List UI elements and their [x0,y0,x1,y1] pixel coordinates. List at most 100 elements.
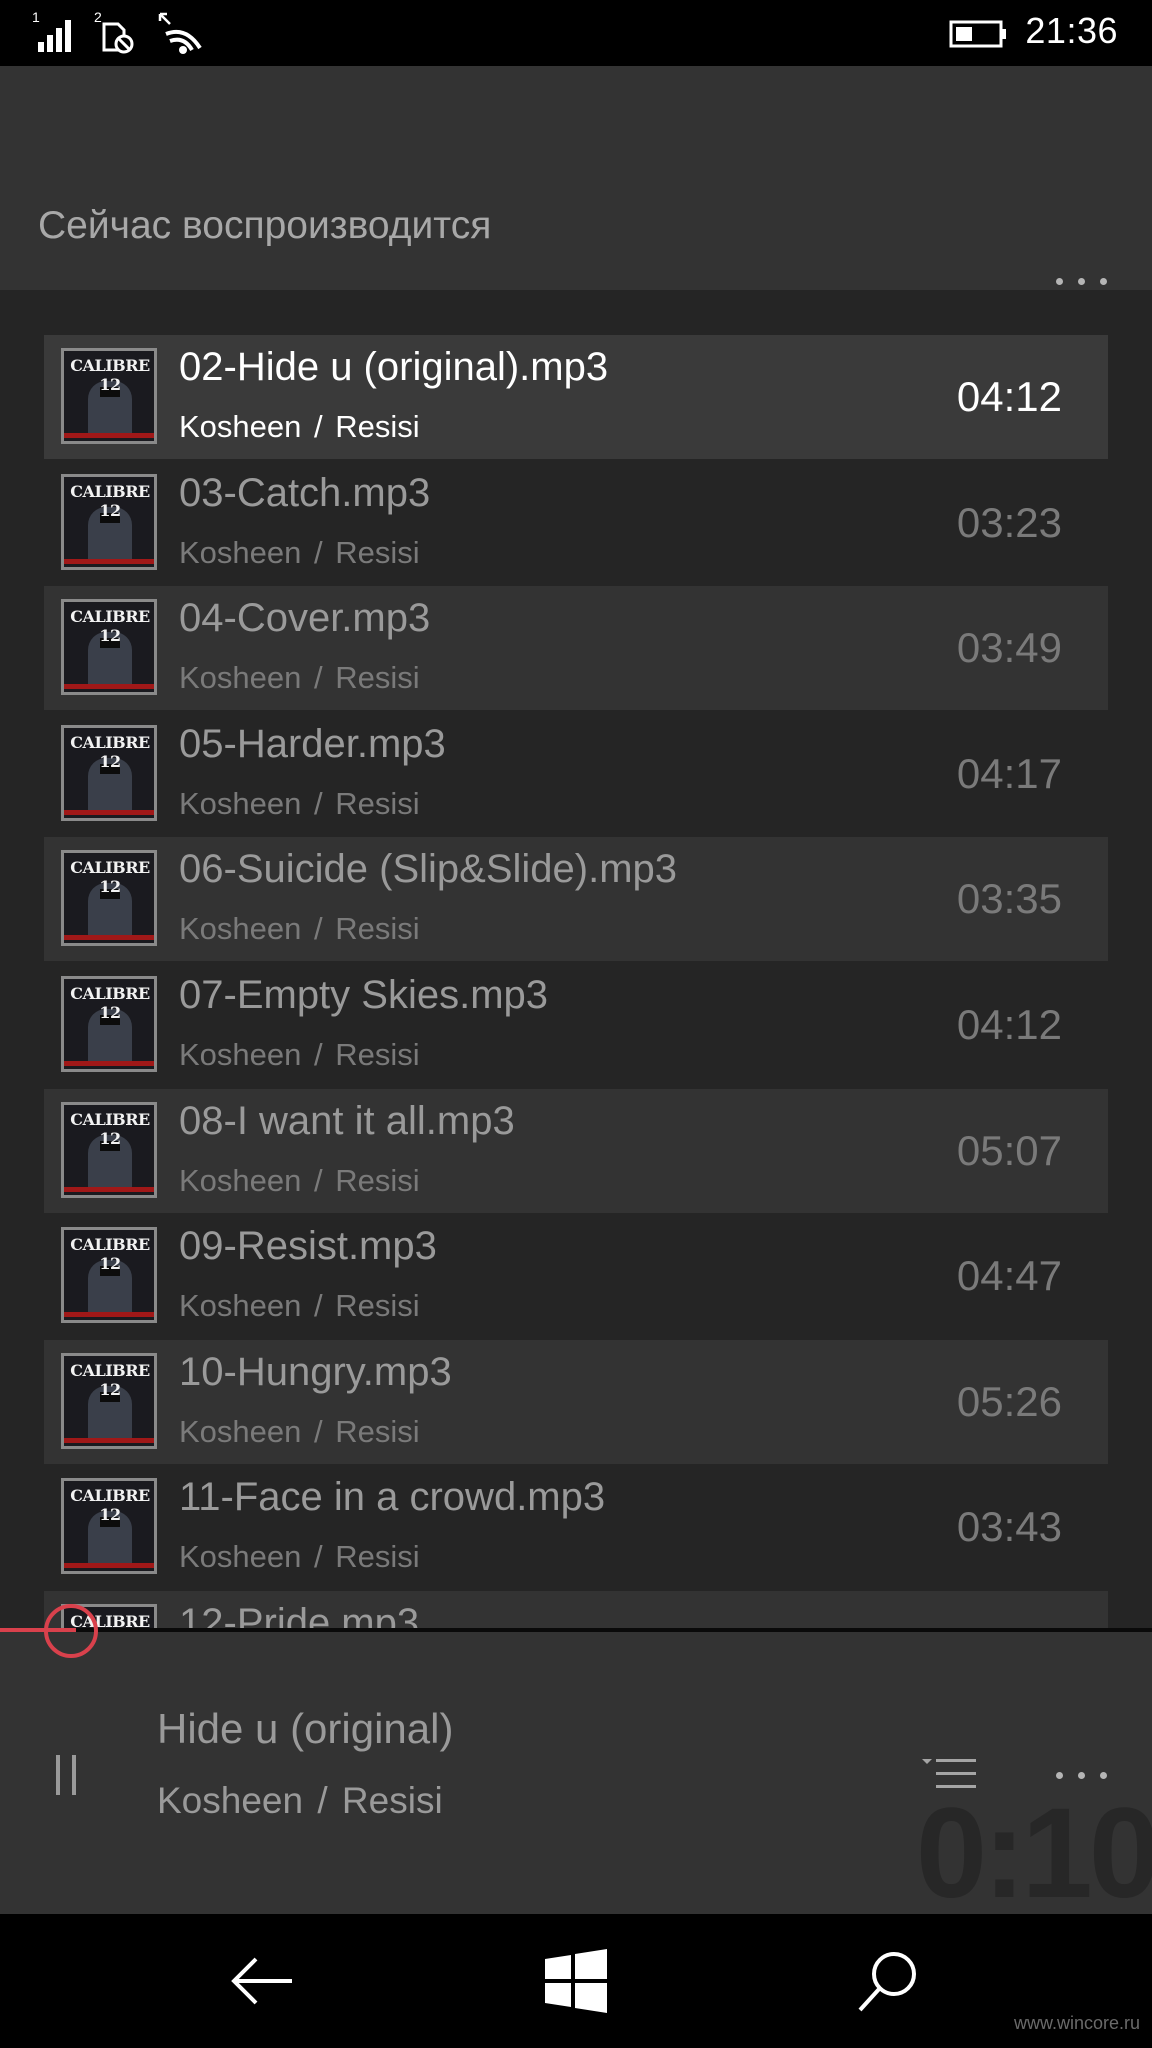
svg-text:1: 1 [32,9,40,25]
track-row[interactable]: CALIBRE 1212-Pride.mp3Kosheen / Resisi [44,1591,1108,1630]
album-art: CALIBRE 12 [61,1478,157,1574]
page-header: Сейчас воспроизводится [0,66,1152,290]
track-artist: Kosheen / Resisi [179,786,420,822]
track-row[interactable]: CALIBRE 12 08-I want it all.mp3 Kosheen / … [44,1089,1108,1213]
track-artist: Kosheen / Resisi [179,1288,420,1324]
album-art-text: CALIBRE 12 [70,733,150,771]
windows-icon[interactable] [541,1946,611,2016]
track-title: 05-Harder.mp3 [179,722,446,766]
track-title: 02-Hide u (original).mp3 [179,345,609,389]
track-row[interactable]: CALIBRE 12 11-Face in a crowd.mp3 Kosheen … [44,1465,1108,1589]
album-art-text: CALIBRE 12 [70,607,150,645]
track-duration: 04:17 [956,750,1062,797]
album-art-text: CALIBRE 12 [70,1361,150,1399]
track-artist-name: Kosheen [179,409,302,444]
track-row[interactable]: CALIBRE 12 05-Harder.mp3 Kosheen / Resisi 0… [44,712,1108,836]
album-art: CALIBRE 12 [61,850,157,946]
track-duration: 05:26 [956,1378,1062,1425]
search-icon[interactable] [854,1946,924,2016]
separator: / [314,1414,323,1449]
signal-icon: 1 [32,9,71,52]
track-artist: Kosheen / Resisi [179,660,420,696]
track-artist-name: Kosheen [179,1539,302,1574]
track-title: 12-Pride.mp3 [179,1601,420,1630]
separator: / [314,660,323,695]
album-art: CALIBRE 12 [61,1353,157,1449]
track-row[interactable]: CALIBRE 12 06-Suicide (Slip&Slide).mp3 Kos… [44,837,1108,961]
track-title: 03-Catch.mp3 [179,471,431,515]
album-art: CALIBRE 12 [61,474,157,570]
track-duration: 04:12 [956,373,1062,420]
separator: / [314,1288,323,1323]
track-artist-name: Kosheen [179,1288,302,1323]
track-album: Resisi [335,1288,420,1323]
album-art-text: CALIBRE 12 [70,1110,150,1148]
separator: / [314,1163,323,1198]
now-playing-artist-name: Kosheen [157,1780,304,1821]
album-art: CALIBRE 12 [61,1227,157,1323]
album-art: CALIBRE 12 [61,1102,157,1198]
separator: / [317,1780,328,1821]
progress-thumb[interactable] [44,1604,98,1658]
album-art: CALIBRE 12 [61,725,157,821]
track-row[interactable]: CALIBRE 12 04-Cover.mp3 Kosheen / Resisi 03… [44,586,1108,710]
track-artist-name: Kosheen [179,1414,302,1449]
wifi-icon [158,12,202,54]
track-artist: Kosheen / Resisi [179,409,420,445]
track-artist: Kosheen / Resisi [179,535,420,571]
track-album: Resisi [335,660,420,695]
album-art-text: CALIBRE 12 [70,858,150,896]
track-artist: Kosheen / Resisi [179,911,420,947]
album-art: CALIBRE 12 [61,348,157,444]
track-album: Resisi [335,786,420,821]
track-artist-name: Kosheen [179,786,302,821]
track-artist: Kosheen / Resisi [179,1414,420,1450]
track-row[interactable]: CALIBRE 12 09-Resist.mp3 Kosheen / Resisi 0… [44,1214,1108,1338]
separator: / [314,911,323,946]
track-duration: 04:12 [956,1001,1062,1048]
track-artist-name: Kosheen [179,911,302,946]
track-row[interactable]: CALIBRE 12 07-Empty Skies.mp3 Kosheen / Re… [44,963,1108,1087]
page-title: Сейчас воспроизводится [38,204,492,247]
track-artist: Kosheen / Resisi [179,1539,420,1575]
now-playing-title: Hide u (original) [157,1705,454,1752]
album-art-text: CALIBRE 12 [70,356,150,394]
track-duration: 04:47 [956,1252,1062,1299]
track-artist-name: Kosheen [179,535,302,570]
album-art: CALIBRE 12 [61,599,157,695]
status-bar: 1 2 21:36 [0,0,1152,66]
track-title: 09-Resist.mp3 [179,1224,437,1268]
track-row[interactable]: CALIBRE 12 02-Hide u (original).mp3 Koshee… [44,335,1108,459]
separator: / [314,1037,323,1072]
track-artist: Kosheen / Resisi [179,1163,420,1199]
track-list[interactable]: CALIBRE 12 02-Hide u (original).mp3 Koshee… [0,290,1152,1630]
separator: / [314,1539,323,1574]
album-art-text: CALIBRE 12 [70,984,150,1022]
separator: / [314,786,323,821]
progress-track[interactable] [0,1628,1152,1632]
track-album: Resisi [335,1539,420,1574]
track-title: 04-Cover.mp3 [179,596,431,640]
track-album: Resisi [335,1163,420,1198]
back-arrow-icon[interactable] [228,1946,298,2016]
now-playing-album: Resisi [341,1780,443,1821]
track-row[interactable]: CALIBRE 12 03-Catch.mp3 Kosheen / Resisi 03… [44,461,1108,585]
track-album: Resisi [335,409,420,444]
track-title: 11-Face in a crowd.mp3 [179,1475,606,1519]
track-row[interactable]: CALIBRE 12 10-Hungry.mp3 Kosheen / Resisi 0… [44,1340,1108,1464]
album-art-text: CALIBRE 12 [70,1486,150,1524]
track-album: Resisi [335,1414,420,1449]
track-title: 10-Hungry.mp3 [179,1350,452,1394]
track-artist-name: Kosheen [179,1163,302,1198]
track-album: Resisi [335,911,420,946]
track-album: Resisi [335,535,420,570]
track-album: Resisi [335,1037,420,1072]
track-duration: 05:07 [956,1127,1062,1174]
separator: / [314,535,323,570]
track-title: 06-Suicide (Slip&Slide).mp3 [179,847,678,891]
track-duration: 03:49 [956,624,1062,671]
pause-button[interactable] [52,1755,82,1795]
clock: 21:36 [1025,10,1118,51]
album-art: CALIBRE 12 [61,976,157,1072]
sim2-no-signal-icon: 2 [94,9,134,54]
